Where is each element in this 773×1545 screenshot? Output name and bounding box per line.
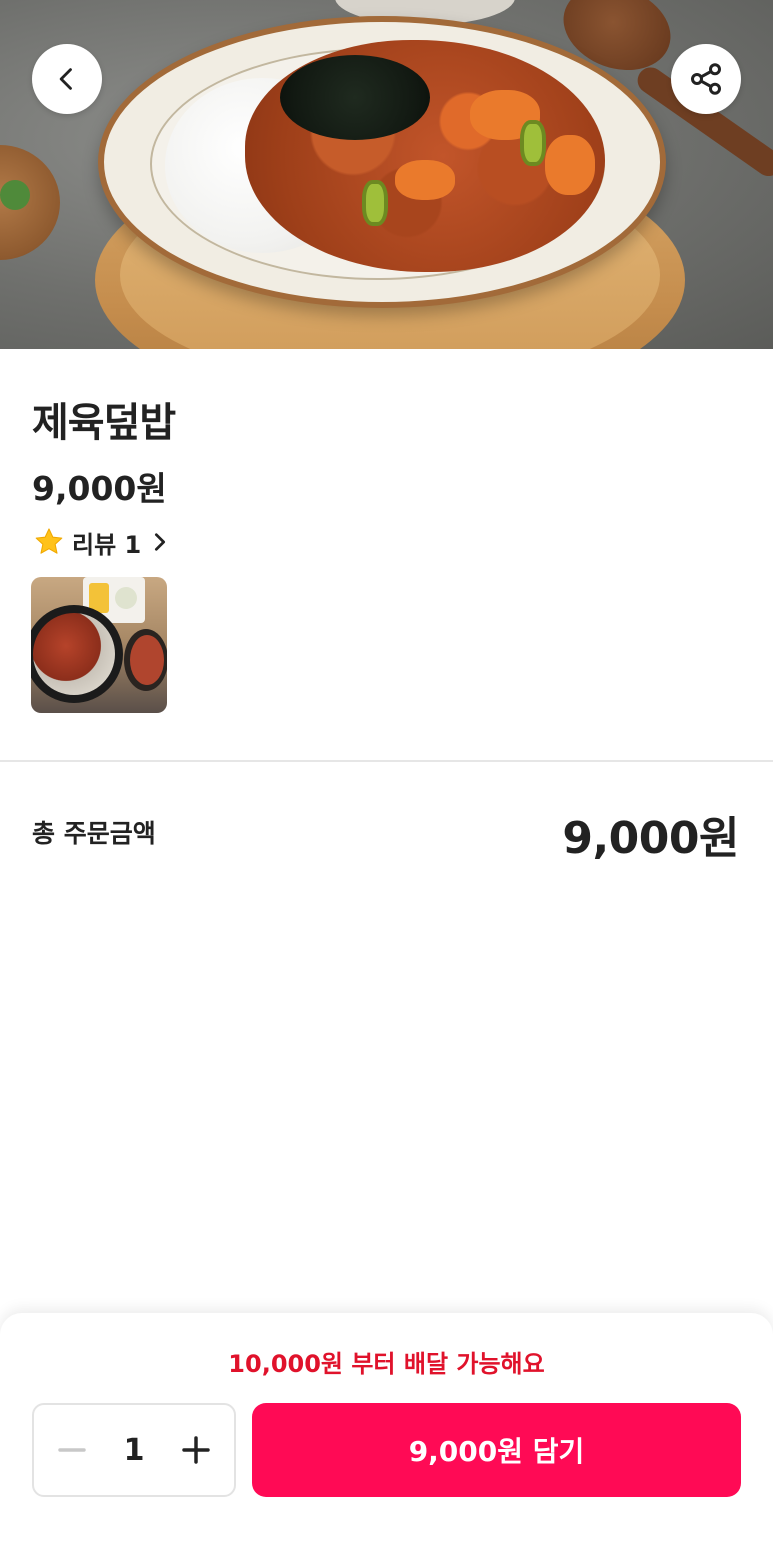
soup-bowl: [124, 629, 167, 691]
quantity-value: 1: [123, 1432, 145, 1468]
review-link[interactable]: 리뷰 1: [32, 522, 173, 562]
decrease-button[interactable]: [52, 1430, 92, 1470]
add-to-cart-button[interactable]: 9,000원 담기: [252, 1403, 741, 1497]
product-image: [0, 0, 773, 349]
share-icon: [691, 63, 721, 95]
green-pepper: [362, 180, 388, 226]
minus-icon: [58, 1448, 86, 1452]
star-icon: [32, 525, 66, 559]
share-button[interactable]: [671, 44, 741, 114]
total-value: 9,000원: [562, 813, 739, 864]
carrot: [545, 135, 595, 195]
back-button[interactable]: [32, 44, 102, 114]
side-dish: [0, 145, 60, 260]
quantity-stepper: 1: [32, 1403, 236, 1497]
plus-icon: [182, 1436, 210, 1464]
rice-bowl: [31, 605, 123, 703]
chevron-left-icon: [59, 68, 72, 90]
review-photo-thumbnail[interactable]: [31, 577, 167, 713]
total-label: 총 주문금액: [32, 819, 156, 848]
chevron-right-icon: [147, 529, 173, 555]
green-pepper: [520, 120, 546, 166]
carrot: [395, 160, 455, 200]
review-count: 리뷰 1: [72, 530, 142, 559]
product-price: 9,000원: [32, 469, 167, 508]
product-title: 제육덮밥: [32, 400, 176, 446]
min-order-notice: 10,000원 부터 배달 가능해요: [228, 1350, 545, 1378]
seaweed: [280, 55, 430, 140]
increase-button[interactable]: [176, 1430, 216, 1470]
section-divider: [0, 760, 773, 762]
